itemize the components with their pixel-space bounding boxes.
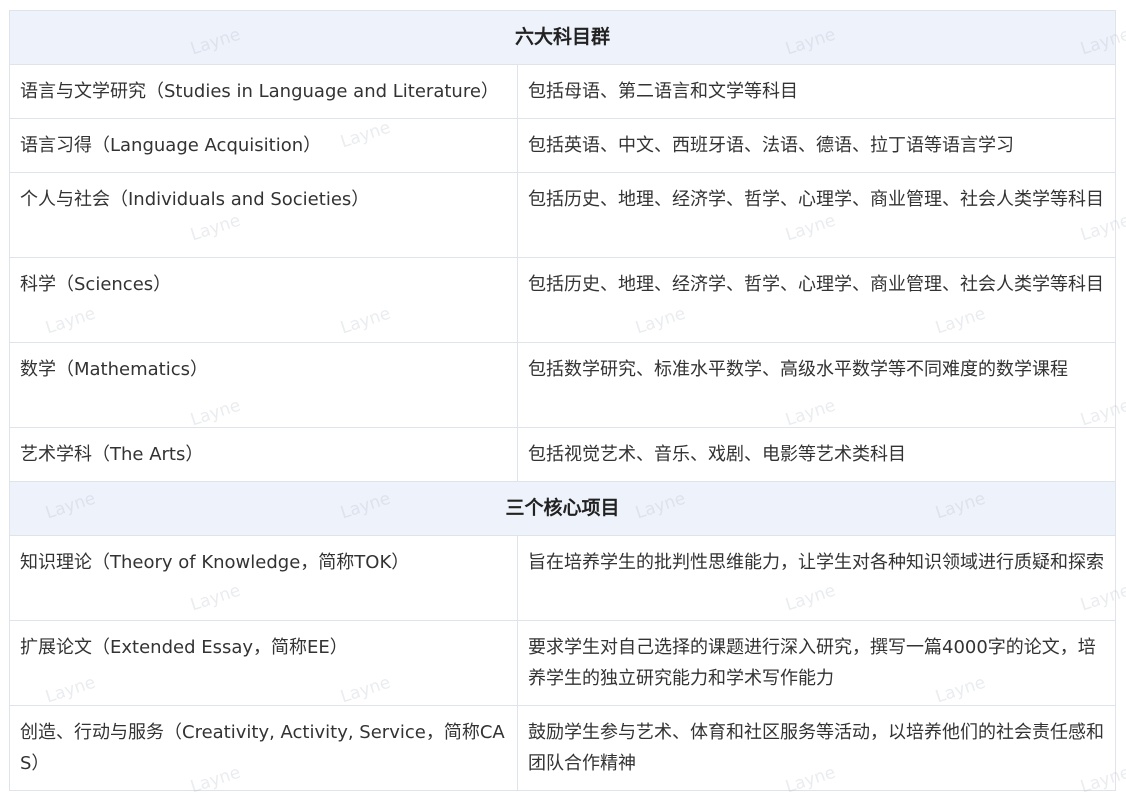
table-row: 个人与社会（Individuals and Societies） 包括历史、地理… xyxy=(9,172,1117,258)
table-row: 艺术学科（The Arts） 包括视觉艺术、音乐、戏剧、电影等艺术类科目 xyxy=(9,427,1117,482)
subject-description: 包括数学研究、标准水平数学、高级水平数学等不同难度的数学课程 xyxy=(516,342,1117,428)
subject-name: 语言习得（Language Acquisition） xyxy=(9,118,518,173)
table-row: 数学（Mathematics） 包括数学研究、标准水平数学、高级水平数学等不同难… xyxy=(9,342,1117,428)
subject-name: 科学（Sciences） xyxy=(9,257,518,343)
subject-description: 包括英语、中文、西班牙语、法语、德语、拉丁语等语言学习 xyxy=(516,118,1117,173)
core-name: 知识理论（Theory of Knowledge，简称TOK） xyxy=(9,535,518,621)
ib-curriculum-table: 六大科目群 语言与文学研究（Studies in Language and Li… xyxy=(8,10,1117,791)
table-row: 语言习得（Language Acquisition） 包括英语、中文、西班牙语、… xyxy=(9,118,1117,173)
table-container: 六大科目群 语言与文学研究（Studies in Language and Li… xyxy=(8,10,1117,791)
core-description: 鼓励学生参与艺术、体育和社区服务等活动，以培养他们的社会责任感和团队合作精神 xyxy=(516,705,1117,791)
section-header-row: 六大科目群 xyxy=(8,10,1117,65)
subject-description: 包括母语、第二语言和文学等科目 xyxy=(516,64,1117,119)
table-row: 语言与文学研究（Studies in Language and Literatu… xyxy=(9,64,1117,119)
table-row: 科学（Sciences） 包括历史、地理、经济学、哲学、心理学、商业管理、社会人… xyxy=(9,257,1117,343)
core-name: 创造、行动与服务（Creativity, Activity, Service，简… xyxy=(9,705,518,791)
core-name: 扩展论文（Extended Essay，简称EE） xyxy=(9,620,518,706)
section-header-row: 三个核心项目 xyxy=(8,481,1117,536)
subject-name: 数学（Mathematics） xyxy=(9,342,518,428)
table-row: 扩展论文（Extended Essay，简称EE） 要求学生对自己选择的课题进行… xyxy=(9,620,1117,706)
core-description: 旨在培养学生的批判性思维能力，让学生对各种知识领域进行质疑和探索 xyxy=(516,535,1117,621)
table-row: 知识理论（Theory of Knowledge，简称TOK） 旨在培养学生的批… xyxy=(9,535,1117,621)
subject-description: 包括视觉艺术、音乐、戏剧、电影等艺术类科目 xyxy=(516,427,1117,482)
core-description: 要求学生对自己选择的课题进行深入研究，撰写一篇4000字的论文，培养学生的独立研… xyxy=(516,620,1117,706)
subject-name: 艺术学科（The Arts） xyxy=(9,427,518,482)
section-title: 三个核心项目 xyxy=(8,481,1117,536)
table-row: 创造、行动与服务（Creativity, Activity, Service，简… xyxy=(9,705,1117,791)
subject-name: 个人与社会（Individuals and Societies） xyxy=(9,172,518,258)
section-title: 六大科目群 xyxy=(8,10,1117,65)
subject-description: 包括历史、地理、经济学、哲学、心理学、商业管理、社会人类学等科目 xyxy=(516,172,1117,258)
subject-description: 包括历史、地理、经济学、哲学、心理学、商业管理、社会人类学等科目 xyxy=(516,257,1117,343)
subject-name: 语言与文学研究（Studies in Language and Literatu… xyxy=(9,64,518,119)
